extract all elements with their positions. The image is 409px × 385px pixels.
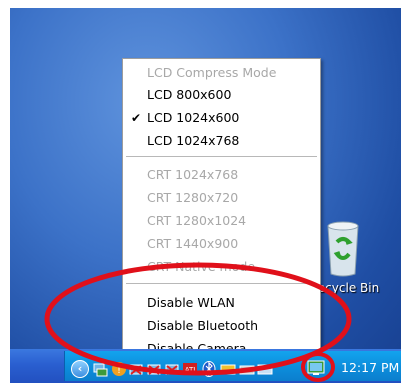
- menu-item-lcd-800x600[interactable]: LCD 800x600: [123, 84, 320, 106]
- menu-item-lcd-1024x600[interactable]: ✔ LCD 1024x600: [123, 107, 320, 129]
- menu-item-crt-1280x1024: CRT 1280x1024: [147, 213, 247, 228]
- menu-item-lcd-compress-mode: LCD Compress Mode: [147, 65, 277, 80]
- menu-item-crt-1440x900: CRT 1440x900: [147, 236, 239, 251]
- desktop: Recycle Bin LCD Compress Mode LCD 800x60…: [10, 8, 401, 383]
- menu-item-crt-1024x768: CRT 1024x768: [147, 167, 239, 182]
- check-icon: ✔: [131, 111, 142, 125]
- menu-separator: [126, 156, 317, 157]
- highlight-circle: [301, 352, 335, 382]
- menu-item-crt-1280x720: CRT 1280x720: [147, 190, 239, 205]
- menu-item-lcd-1024x768[interactable]: LCD 1024x768: [123, 130, 320, 152]
